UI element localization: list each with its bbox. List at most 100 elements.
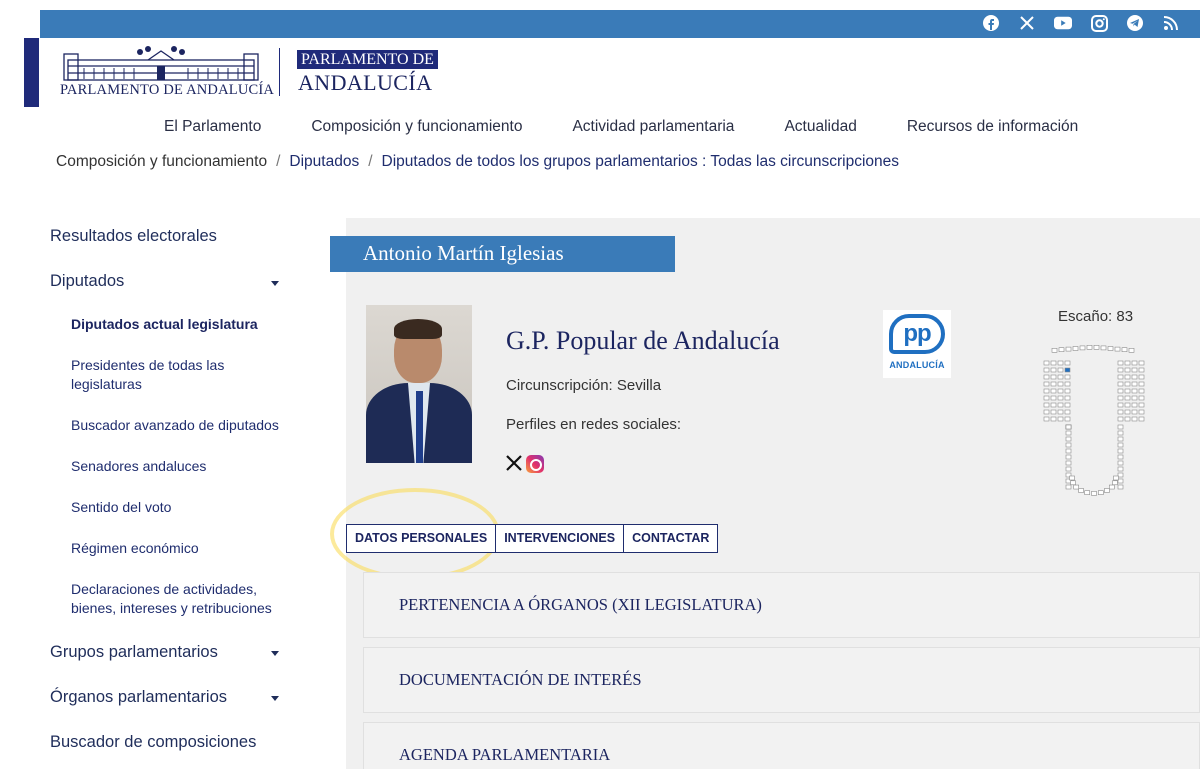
seat xyxy=(1091,491,1097,496)
seat xyxy=(1117,484,1124,490)
seat xyxy=(1131,409,1138,415)
seat xyxy=(1131,367,1138,373)
telegram-icon[interactable] xyxy=(1126,14,1144,32)
seat xyxy=(1117,448,1124,454)
breadcrumb-item-todos[interactable]: Diputados de todos los grupos parlamenta… xyxy=(382,153,900,170)
seat xyxy=(1057,381,1064,387)
facebook-icon[interactable] xyxy=(982,14,1000,32)
accordion-title: AGENDA PARLAMENTARIA xyxy=(399,745,611,764)
main-nav: El Parlamento Composición y funcionamien… xyxy=(164,118,1128,136)
sidebar-item-diputados[interactable]: Diputados xyxy=(50,272,124,291)
seat xyxy=(1065,424,1072,430)
seat xyxy=(1043,374,1050,380)
youtube-icon[interactable] xyxy=(1054,14,1072,32)
seat xyxy=(1117,460,1124,466)
breadcrumb-item-composicion[interactable]: Composición y funcionamiento xyxy=(56,153,267,170)
seat xyxy=(1117,430,1124,436)
sidebar-item-grupos[interactable]: Grupos parlamentarios xyxy=(50,643,218,662)
breadcrumb-item-diputados[interactable]: Diputados xyxy=(289,153,359,170)
chevron-down-icon[interactable] xyxy=(271,281,279,286)
seat-number: Escaño: 83 xyxy=(1058,308,1134,325)
seat xyxy=(1131,374,1138,380)
sidebar-item-resultados[interactable]: Resultados electorales xyxy=(50,227,217,246)
logo-left-bar xyxy=(24,38,39,107)
logo-divider xyxy=(279,48,280,96)
seat xyxy=(1086,344,1093,350)
seat xyxy=(1138,374,1145,380)
seat xyxy=(1043,402,1050,408)
seat xyxy=(1117,424,1124,430)
sidebar-subitem-declaraciones[interactable]: Declaraciones de actividades, bienes, in… xyxy=(71,580,281,618)
tab-contactar[interactable]: CONTACTAR xyxy=(624,525,717,552)
tab-datos-personales[interactable]: DATOS PERSONALES xyxy=(347,525,497,552)
seat xyxy=(1124,395,1131,401)
deputy-name: Antonio Martín Iglesias xyxy=(363,241,564,265)
parlamento-logo[interactable]: PARLAMENTO DE ANDALUCÍA xyxy=(60,46,274,100)
seat xyxy=(1064,360,1071,366)
sidebar-subitem-buscador-avanzado[interactable]: Buscador avanzado de diputados xyxy=(71,416,291,435)
seat xyxy=(1124,402,1131,408)
nav-composicion[interactable]: Composición y funcionamiento xyxy=(311,118,522,136)
seat xyxy=(1050,360,1057,366)
seat xyxy=(1065,454,1072,460)
sidebar-subitem-sentido-voto[interactable]: Sentido del voto xyxy=(71,498,291,517)
seat xyxy=(1057,388,1064,394)
seat xyxy=(1124,388,1131,394)
seat xyxy=(1050,409,1057,415)
instagram-icon[interactable] xyxy=(526,455,544,473)
seat xyxy=(1064,395,1071,401)
seat xyxy=(1065,436,1072,442)
sidebar-subitem-presidentes[interactable]: Presidentes de todas las legislaturas xyxy=(71,356,261,394)
accordion-pertenencia[interactable]: PERTENENCIA A ÓRGANOS (XII LEGISLATURA) xyxy=(363,572,1200,638)
seat xyxy=(1084,490,1091,495)
seat xyxy=(1043,416,1050,422)
seat xyxy=(1050,381,1057,387)
seat xyxy=(1065,448,1072,454)
instagram-icon[interactable] xyxy=(1090,14,1108,32)
nav-recursos[interactable]: Recursos de información xyxy=(907,118,1078,136)
sidebar-subitem-actual-legislatura[interactable]: Diputados actual legislatura xyxy=(71,315,291,334)
seat xyxy=(1117,374,1124,380)
accordion-documentacion[interactable]: DOCUMENTACIÓN DE INTERÉS xyxy=(363,647,1200,713)
accordion-title: PERTENENCIA A ÓRGANOS (XII LEGISLATURA) xyxy=(399,595,762,614)
seat xyxy=(1064,374,1071,380)
nav-el-parlamento[interactable]: El Parlamento xyxy=(164,118,261,136)
chevron-down-icon[interactable] xyxy=(271,651,279,656)
sidebar-subitem-regimen[interactable]: Régimen económico xyxy=(71,539,291,558)
seat xyxy=(1108,484,1115,490)
seat xyxy=(1043,360,1050,366)
tab-intervenciones[interactable]: INTERVENCIONES xyxy=(496,525,625,552)
chevron-down-icon[interactable] xyxy=(271,696,279,701)
seat xyxy=(1057,416,1064,422)
sidebar-item-buscador-composiciones[interactable]: Buscador de composiciones xyxy=(50,733,256,752)
nav-actualidad[interactable]: Actualidad xyxy=(784,118,856,136)
seat xyxy=(1065,346,1072,352)
seat xyxy=(1065,460,1072,466)
nav-actividad[interactable]: Actividad parlamentaria xyxy=(572,118,734,136)
seat xyxy=(1117,442,1124,448)
x-icon[interactable] xyxy=(1018,14,1036,32)
seat xyxy=(1131,388,1138,394)
seat xyxy=(1093,344,1100,350)
seat xyxy=(1057,409,1064,415)
seat xyxy=(1113,475,1119,481)
seat xyxy=(1138,416,1145,422)
seat xyxy=(1112,480,1118,486)
party-logo: pp ANDALUCÍA xyxy=(883,310,951,378)
rss-icon[interactable] xyxy=(1162,14,1180,32)
accordion-title: DOCUMENTACIÓN DE INTERÉS xyxy=(399,670,642,689)
logo-secondary-line2[interactable]: ANDALUCÍA xyxy=(298,70,432,96)
seat xyxy=(1043,409,1050,415)
seat xyxy=(1078,488,1084,493)
sidebar-item-organos[interactable]: Órganos parlamentarios xyxy=(50,688,227,707)
hemicycle-seat-map xyxy=(1043,344,1145,496)
logo-secondary-line1[interactable]: PARLAMENTO DE xyxy=(297,50,438,69)
seat xyxy=(1057,360,1064,366)
accordion-agenda[interactable]: AGENDA PARLAMENTARIA xyxy=(363,722,1200,769)
circunscripcion: Circunscripción: Sevilla xyxy=(506,377,662,394)
x-icon[interactable] xyxy=(505,454,523,472)
seat xyxy=(1065,430,1072,436)
seat xyxy=(1070,480,1076,486)
pp-logo-icon: pp xyxy=(889,314,945,354)
sidebar-subitem-senadores[interactable]: Senadores andaluces xyxy=(71,457,291,476)
